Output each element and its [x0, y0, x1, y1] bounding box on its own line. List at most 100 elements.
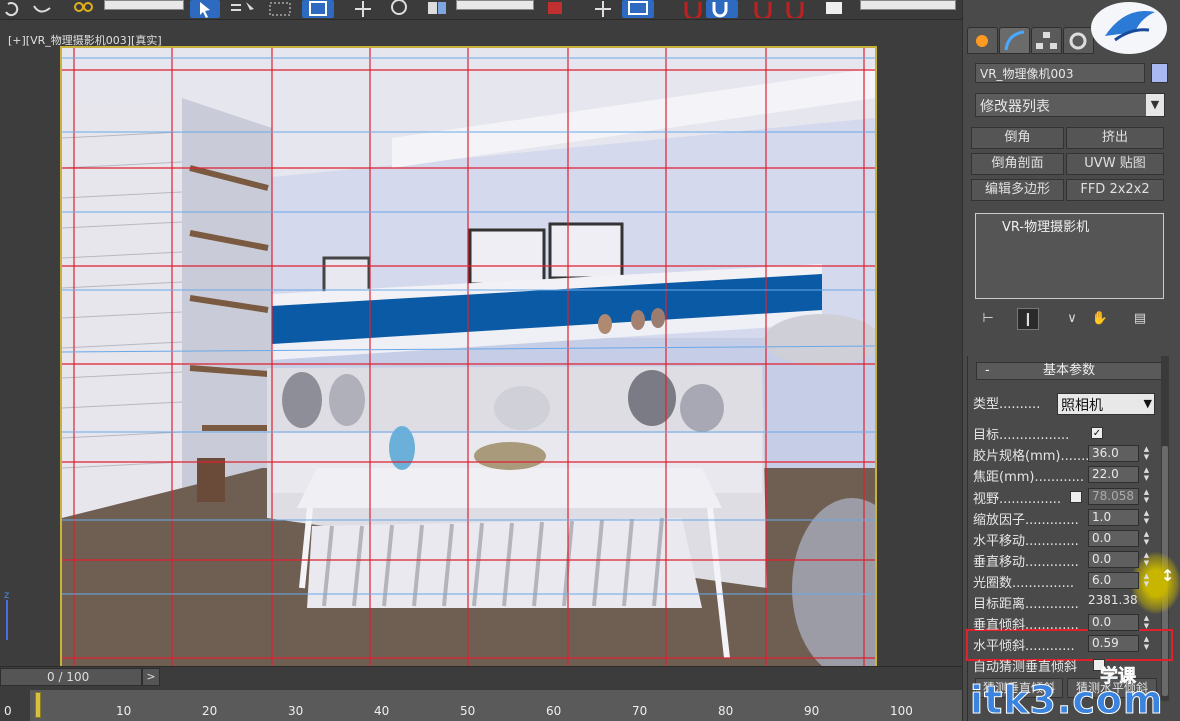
param-spinner-field[interactable]: 0.59: [1088, 635, 1139, 652]
select-link-icon[interactable]: [30, 0, 54, 18]
spinner-arrows-icon[interactable]: ▲ ▼: [1141, 572, 1152, 589]
param-row: 视野............... 78.058 ▲ ▼: [973, 488, 1158, 508]
param-row: 缩放因子............. 1.0 ▲ ▼: [973, 509, 1158, 529]
bevel-profile-button[interactable]: 倒角剖面: [971, 153, 1064, 175]
modify-icon: [1004, 30, 1025, 51]
object-name-field[interactable]: VR_物理像机003: [975, 63, 1145, 83]
spinner-arrows-icon[interactable]: ▲ ▼: [1141, 445, 1152, 462]
make-unique-icon[interactable]: ∨: [1061, 308, 1083, 330]
frame-tick-label: 60: [546, 704, 562, 718]
spinner-arrows-icon[interactable]: ▲ ▼: [1141, 488, 1152, 505]
named-selection-sets-field[interactable]: [860, 0, 956, 10]
param-spinner-field[interactable]: 22.0: [1088, 466, 1139, 483]
modifier-list-dropdown[interactable]: 修改器列表 ▼: [975, 93, 1165, 117]
uvw-map-button[interactable]: UVW 贴图: [1066, 153, 1164, 175]
viewport-area[interactable]: [+][VR_物理摄影机003][真实] z: [0, 20, 962, 684]
param-label: 视野...............: [973, 492, 1061, 507]
rollout-header[interactable]: - 基本参数: [976, 362, 1162, 380]
camera-type-dropdown[interactable]: 照相机 ▼: [1057, 393, 1155, 415]
bind-space-warp-icon[interactable]: [70, 0, 96, 18]
param-row: 目标距离............. 2381.38: [973, 593, 1158, 613]
type-label: 类型..........: [973, 397, 1041, 412]
param-label: 水平倾斜............: [973, 639, 1075, 654]
reference-coordinate-dropdown[interactable]: [456, 0, 534, 10]
show-end-result-icon[interactable]: ❙: [1017, 308, 1039, 330]
frame-tick-label: 10: [116, 704, 132, 718]
param-label: 垂直倾斜.............: [973, 618, 1079, 633]
bevel-button[interactable]: 倒角: [971, 127, 1064, 149]
param-label: 焦距(mm)............: [973, 470, 1085, 485]
spinner-arrows-icon[interactable]: ▲ ▼: [1141, 509, 1152, 526]
modify-tab[interactable]: [999, 27, 1030, 54]
param-label: 水平移动.............: [973, 534, 1079, 549]
frame-tick-label: 100: [890, 704, 913, 718]
param-spinner-field[interactable]: 0.0: [1088, 530, 1139, 547]
object-color-swatch[interactable]: [1151, 63, 1168, 83]
time-slider[interactable]: 0 / 100: [0, 668, 142, 686]
ffd-2x2x2-button[interactable]: FFD 2x2x2: [1066, 179, 1164, 201]
pin-stack-icon[interactable]: ⊢: [977, 308, 999, 330]
param-checkbox[interactable]: [1070, 491, 1082, 503]
select-by-name-icon[interactable]: [228, 0, 258, 18]
stack-item-vray-camera[interactable]: VR-物理摄影机: [1002, 216, 1089, 235]
spinner-arrows-icon[interactable]: ▲ ▼: [1141, 466, 1152, 483]
current-frame-marker[interactable]: [35, 692, 41, 718]
modifier-stack[interactable]: VR-物理摄影机: [975, 213, 1164, 299]
param-row: 垂直倾斜............. 0.0 ▲ ▼: [973, 614, 1158, 634]
param-row: 目标................. ✓: [973, 424, 1158, 444]
hierarchy-tab[interactable]: [1031, 27, 1062, 54]
param-row: 胶片规格(mm)........ 36.0 ▲ ▼: [973, 445, 1158, 465]
percent-snap-icon[interactable]: [750, 0, 776, 21]
edit-named-selection-icon[interactable]: [822, 0, 848, 18]
param-spinner-field[interactable]: 0.0: [1088, 614, 1139, 631]
param-spinner-field[interactable]: 78.058: [1088, 488, 1139, 505]
param-spinner-field[interactable]: 6.0: [1088, 572, 1139, 589]
configure-sets-icon[interactable]: ▤: [1129, 308, 1151, 330]
edit-poly-button[interactable]: 编辑多边形: [971, 179, 1064, 201]
scale-icon[interactable]: [422, 0, 452, 18]
move-icon[interactable]: [348, 0, 378, 18]
camera-viewport[interactable]: [60, 46, 877, 684]
frame-tick-label: 80: [718, 704, 734, 718]
keyboard-shortcut-override-icon[interactable]: [622, 0, 654, 18]
rotate-icon[interactable]: [384, 0, 414, 18]
track-bar[interactable]: [30, 690, 962, 721]
selection-filter-dropdown[interactable]: [104, 0, 184, 10]
pivot-center-icon[interactable]: [542, 0, 568, 18]
chevron-down-icon: ▼: [1143, 397, 1152, 410]
chevron-down-icon: ▼: [1146, 94, 1164, 116]
spinner-arrows-icon[interactable]: ▲ ▼: [1141, 614, 1152, 631]
select-object-icon[interactable]: [190, 0, 220, 18]
next-frame-button[interactable]: >: [142, 668, 160, 686]
param-row: 光圈数............... 6.0 ▲ ▼: [973, 572, 1158, 592]
undo-icon[interactable]: [2, 0, 24, 18]
frame-tick-label: 30: [288, 704, 304, 718]
spinner-arrows-icon[interactable]: ▲ ▼: [1141, 551, 1152, 568]
spinner-arrows-icon[interactable]: ▲ ▼: [1141, 530, 1152, 547]
collapse-icon: -: [985, 363, 990, 378]
param-label: 缩放因子.............: [973, 513, 1079, 528]
frame-tick-label: 90: [804, 704, 820, 718]
app-logo: [1091, 2, 1167, 54]
camera-type-value: 照相机: [1061, 398, 1103, 414]
window-crossing-icon[interactable]: [302, 0, 334, 18]
param-spinner-field[interactable]: 0.0: [1088, 551, 1139, 568]
axis-gizmo: z: [2, 590, 14, 650]
frame-tick-label: 20: [202, 704, 218, 718]
spinner-snap-icon[interactable]: [782, 0, 810, 21]
param-row: 焦距(mm)............ 22.0 ▲ ▼: [973, 466, 1158, 486]
param-row: 水平移动............. 0.0 ▲ ▼: [973, 530, 1158, 550]
param-checkbox[interactable]: ✓: [1091, 427, 1103, 439]
param-spinner-field[interactable]: 36.0: [1088, 445, 1139, 462]
angle-snap-icon[interactable]: [706, 0, 738, 18]
create-tab[interactable]: [967, 27, 998, 54]
spinner-arrows-icon[interactable]: ▲ ▼: [1141, 635, 1152, 652]
param-label: 胶片规格(mm)........: [973, 449, 1094, 464]
remove-modifier-icon[interactable]: ✋: [1089, 308, 1111, 330]
select-manipulate-icon[interactable]: [590, 0, 616, 18]
param-spinner-field[interactable]: 1.0: [1088, 509, 1139, 526]
snap-toggle-icon[interactable]: [680, 0, 706, 21]
frame-tick-label: 50: [460, 704, 476, 718]
extrude-button[interactable]: 挤出: [1066, 127, 1164, 149]
rectangular-selection-icon[interactable]: [266, 0, 296, 18]
